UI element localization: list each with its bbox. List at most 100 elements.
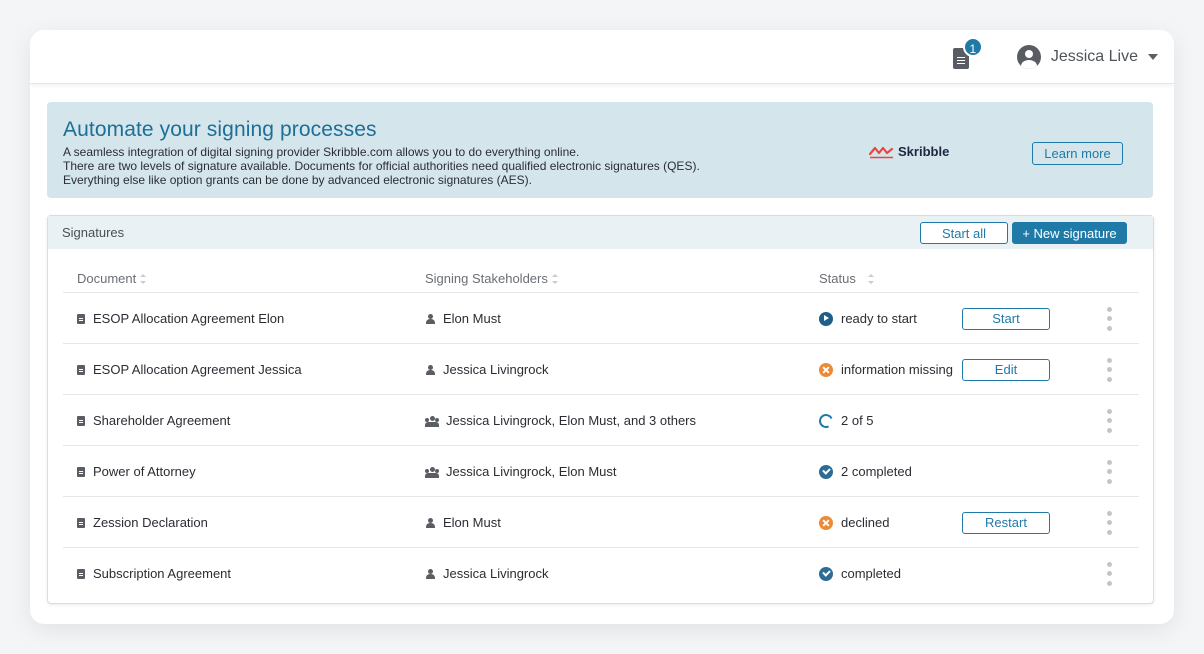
start-button[interactable]: Start <box>962 307 1050 330</box>
document-cell[interactable]: ESOP Allocation Agreement Elon <box>77 293 284 344</box>
status-cell: declined <box>819 497 889 548</box>
app-window: 1 Jessica Live Automate your signing pro… <box>30 30 1174 624</box>
more-options-icon[interactable] <box>1106 561 1112 586</box>
user-menu[interactable]: Jessica Live <box>1016 44 1158 69</box>
stakeholders-cell: Jessica Livingrock, Elon Must, and 3 oth… <box>425 395 696 446</box>
restart-button[interactable]: Restart <box>962 511 1050 534</box>
skribble-brand-name: Skribble <box>898 144 950 159</box>
table-row[interactable]: ESOP Allocation Agreement Elon Elon Must r… <box>63 293 1139 344</box>
document-cell[interactable]: ESOP Allocation Agreement Jessica <box>77 344 302 395</box>
document-cell[interactable]: Zession Declaration <box>77 497 208 548</box>
skribble-banner: Automate your signing processes A seamle… <box>47 102 1153 198</box>
stakeholders-cell: Jessica Livingrock, Elon Must <box>425 446 617 497</box>
signatures-panel: Signatures Start all + New signature Doc… <box>47 215 1154 604</box>
stakeholders-cell: Jessica Livingrock <box>425 548 549 599</box>
column-header-status-label: Status <box>819 271 856 286</box>
more-options-icon[interactable] <box>1106 357 1112 382</box>
table-row[interactable]: Power of Attorney Jessica Livingrock, Elo… <box>63 446 1139 497</box>
panel-header: Signatures Start all + New signature <box>48 216 1153 249</box>
sort-icon <box>551 273 558 284</box>
table-header: Document Signing Stakeholders Status <box>63 259 1139 293</box>
column-header-stakeholders-label: Signing Stakeholders <box>425 271 548 286</box>
document-cell[interactable]: Subscription Agreement <box>77 548 231 599</box>
document-name: ESOP Allocation Agreement Elon <box>93 311 285 326</box>
more-options-icon[interactable] <box>1106 408 1112 433</box>
banner-title: Automate your signing processes <box>63 118 377 141</box>
warning-icon <box>819 362 833 377</box>
stakeholders-names: Jessica Livingrock, Elon Must, and 3 oth… <box>446 413 697 428</box>
more-options-icon[interactable] <box>1106 459 1112 484</box>
document-cell[interactable]: Power of Attorney <box>77 446 196 497</box>
status-cell: 2 of 5 <box>817 395 874 446</box>
sort-icon <box>867 273 874 284</box>
stakeholders-names: Jessica Livingrock <box>443 566 549 581</box>
table-row[interactable]: Zession Declaration Elon Must declined Rest… <box>63 497 1139 548</box>
stakeholders-cell: Elon Must <box>425 293 501 344</box>
file-icon <box>77 466 85 477</box>
status-text: information missing <box>841 362 953 377</box>
signatures-table: Document Signing Stakeholders Status ESO… <box>63 259 1139 599</box>
people-icon <box>425 466 439 478</box>
document-name: Zession Declaration <box>93 515 208 530</box>
file-icon <box>77 568 85 579</box>
banner-text-line-1: A seamless integration of digital signin… <box>63 145 580 159</box>
notifications-button[interactable]: 1 <box>952 36 983 69</box>
top-bar: 1 Jessica Live <box>30 30 1174 84</box>
status-cell: information missing <box>819 344 953 395</box>
person-icon <box>425 364 436 375</box>
edit-button[interactable]: Edit <box>962 358 1050 381</box>
column-header-document[interactable]: Document <box>77 271 147 286</box>
column-header-stakeholders[interactable]: Signing Stakeholders <box>425 271 558 286</box>
status-text: 2 of 5 <box>841 413 874 428</box>
panel-title: Signatures <box>62 225 125 240</box>
banner-text-line-2: There are two levels of signature availa… <box>63 159 700 173</box>
stakeholders-cell: Elon Must <box>425 497 501 548</box>
avatar-icon <box>1016 44 1041 69</box>
file-icon <box>77 415 85 426</box>
person-icon <box>425 313 436 324</box>
person-icon <box>425 568 436 579</box>
skribble-logo: Skribble <box>869 144 949 159</box>
status-cell: completed <box>819 548 901 599</box>
banner-text-line-3: Everything else like option grants can b… <box>63 173 532 187</box>
check-icon <box>819 464 833 479</box>
stakeholders-cell: Jessica Livingrock <box>425 344 549 395</box>
document-name: ESOP Allocation Agreement Jessica <box>93 362 302 377</box>
notification-count-badge: 1 <box>962 36 983 57</box>
more-options-icon[interactable] <box>1106 306 1112 331</box>
document-cell[interactable]: Shareholder Agreement <box>77 395 230 446</box>
people-icon <box>425 415 439 427</box>
more-options-icon[interactable] <box>1106 510 1112 535</box>
start-all-button[interactable]: Start all <box>920 222 1008 244</box>
column-header-document-label: Document <box>77 271 137 286</box>
table-row[interactable]: ESOP Allocation Agreement Jessica Jessica… <box>63 344 1139 395</box>
file-icon <box>77 517 85 528</box>
stakeholders-names: Elon Must <box>443 311 501 326</box>
status-text: 2 completed <box>841 464 912 479</box>
status-text: declined <box>841 515 890 530</box>
new-signature-button[interactable]: + New signature <box>1012 222 1127 244</box>
person-icon <box>425 517 436 528</box>
skribble-mark-icon <box>869 146 894 158</box>
sort-icon <box>140 273 147 284</box>
document-name: Power of Attorney <box>93 464 196 479</box>
learn-more-button[interactable]: Learn more <box>1032 142 1123 165</box>
document-name: Subscription Agreement <box>93 566 232 581</box>
user-name: Jessica Live <box>1050 47 1138 65</box>
file-icon <box>77 364 85 375</box>
table-row[interactable]: Shareholder Agreement Jessica Livingrock,… <box>63 395 1139 446</box>
status-text: ready to start <box>841 311 917 326</box>
warning-icon <box>819 515 833 530</box>
play-icon <box>819 311 833 326</box>
stakeholders-names: Jessica Livingrock, Elon Must <box>446 464 617 479</box>
table-body: ESOP Allocation Agreement Elon Elon Must r… <box>63 293 1139 599</box>
status-cell: ready to start <box>819 293 917 344</box>
column-header-status[interactable]: Status <box>819 271 874 286</box>
status-cell: 2 completed <box>819 446 912 497</box>
check-icon <box>819 566 833 581</box>
document-name: Shareholder Agreement <box>93 413 231 428</box>
stakeholders-names: Jessica Livingrock <box>443 362 549 377</box>
stakeholders-names: Elon Must <box>443 515 501 530</box>
status-text: completed <box>841 566 901 581</box>
table-row[interactable]: Subscription Agreement Jessica Livingrock… <box>63 548 1139 599</box>
